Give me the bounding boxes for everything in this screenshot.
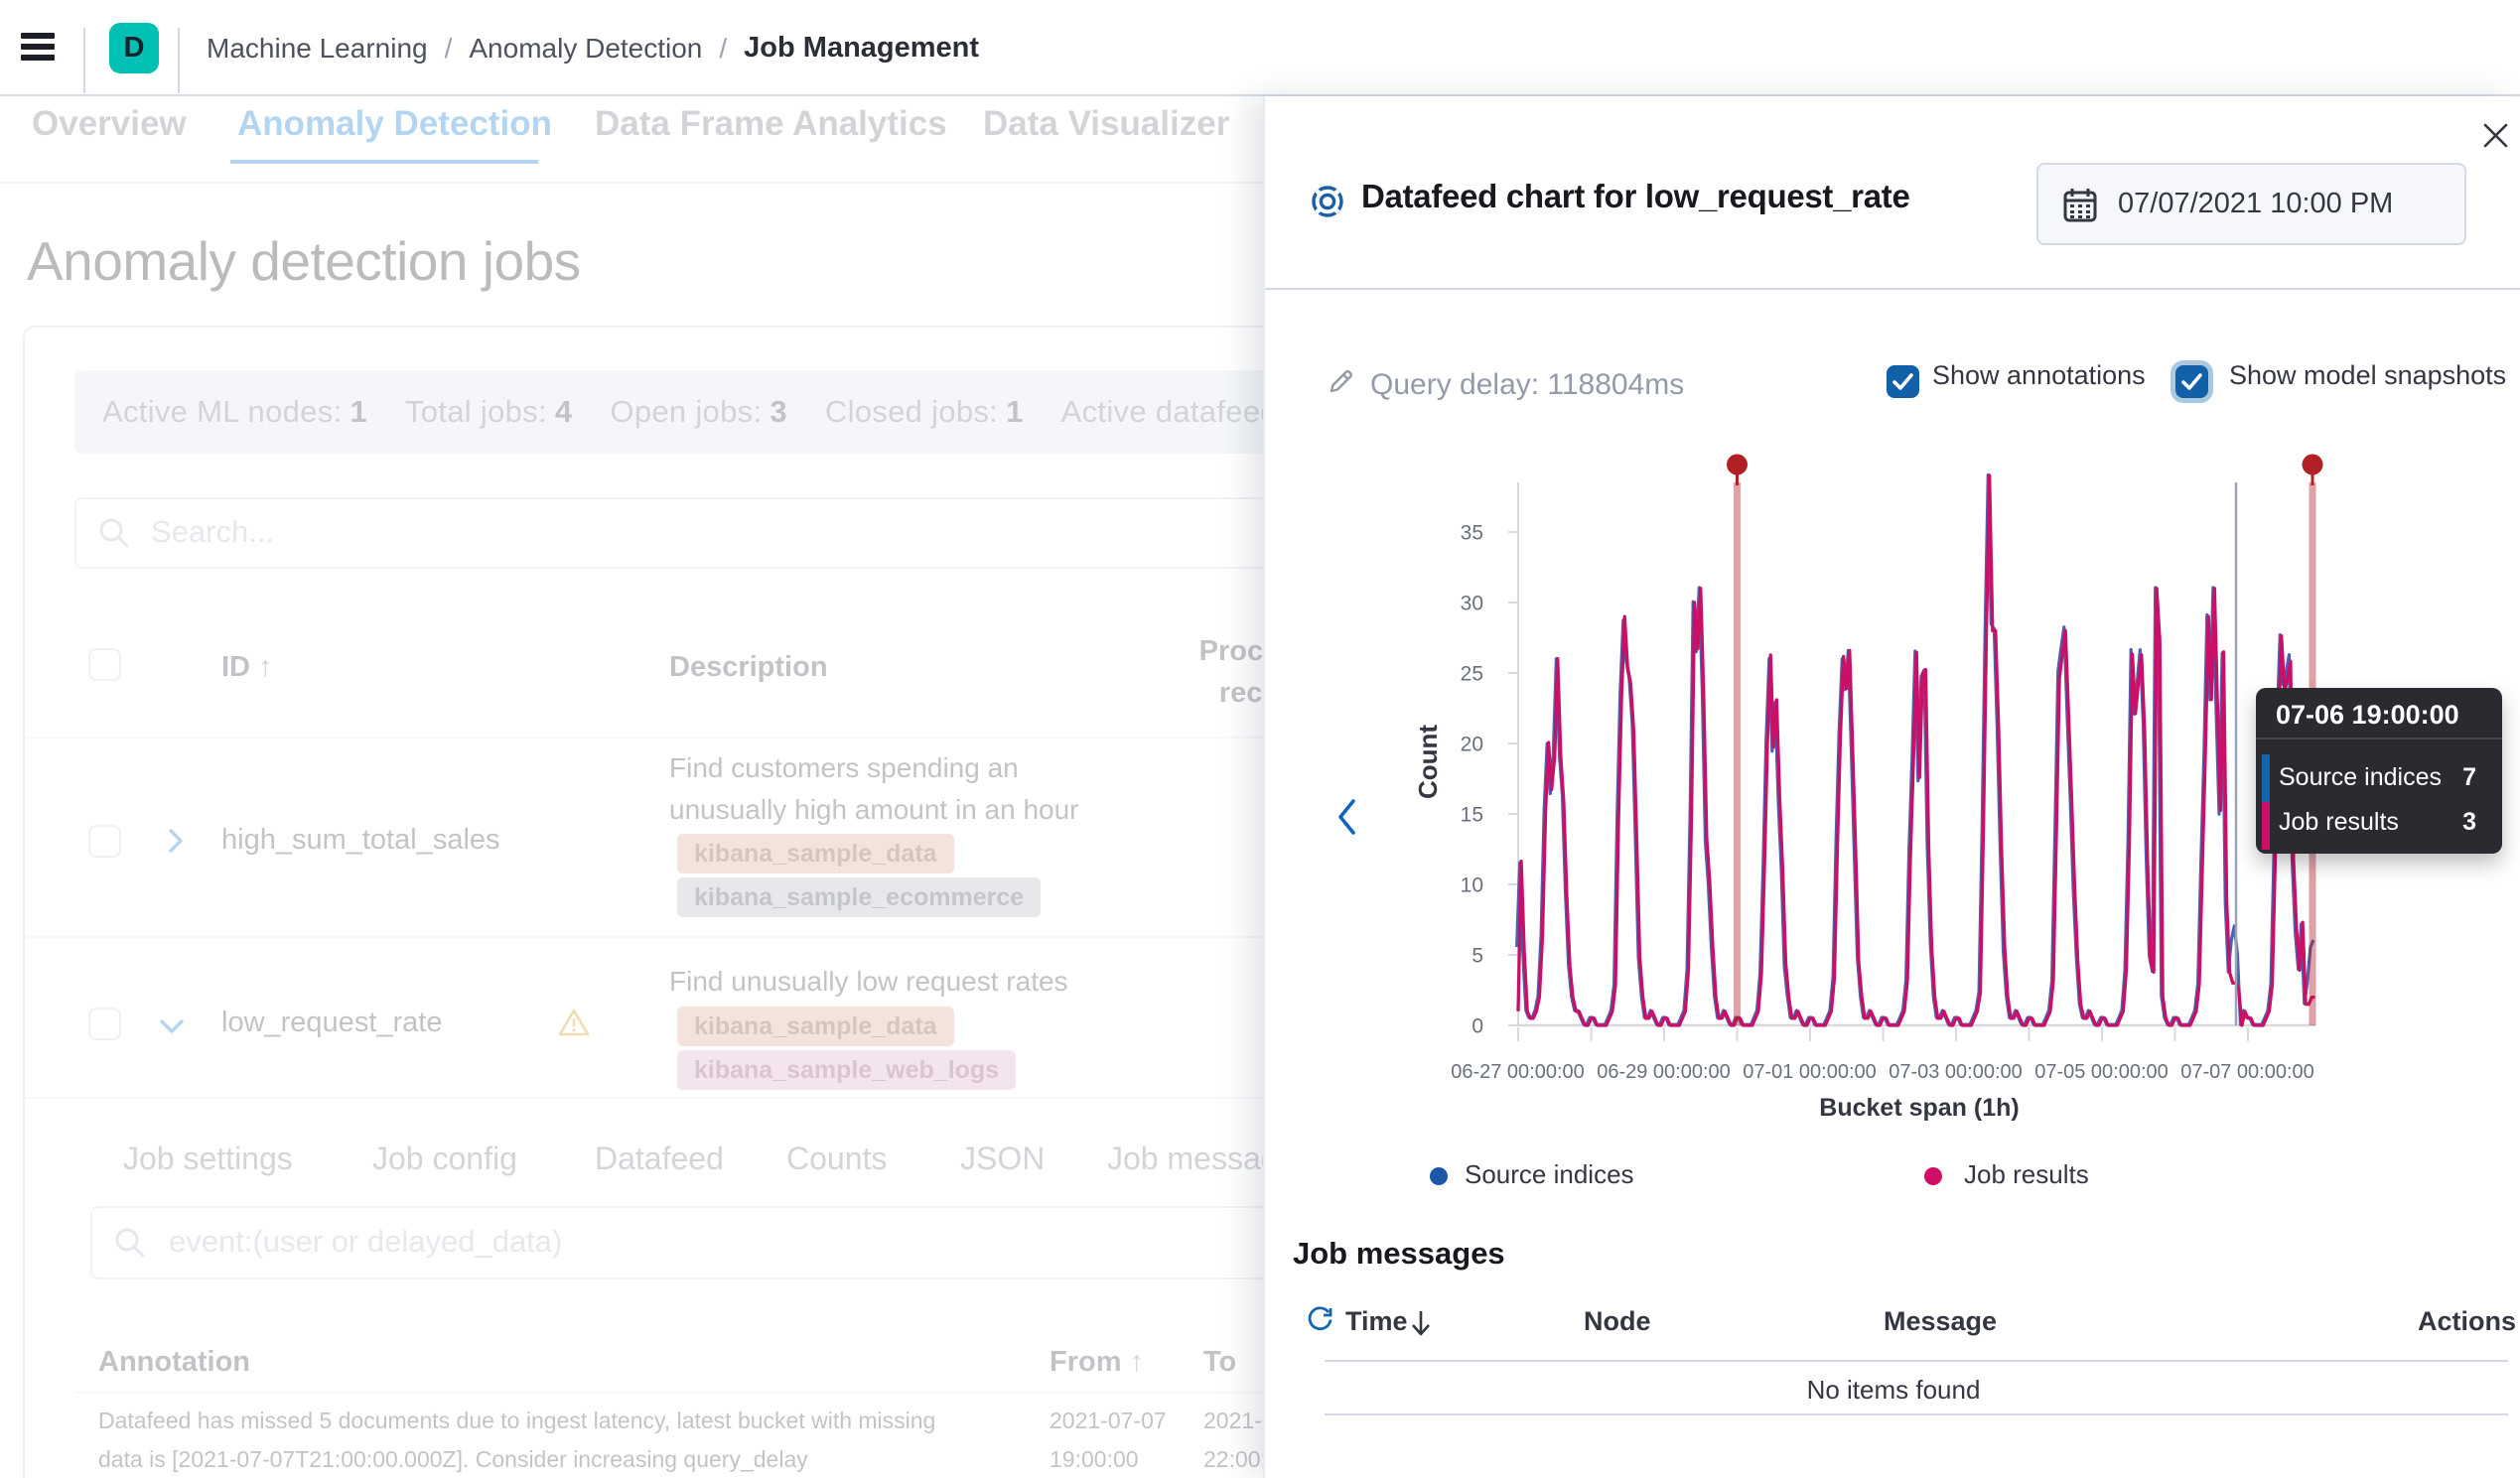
svg-text:5: 5 bbox=[1471, 945, 1483, 968]
svg-text:07-03 00:00:00: 07-03 00:00:00 bbox=[1889, 1061, 2023, 1083]
svg-text:07-07 00:00:00: 07-07 00:00:00 bbox=[2180, 1061, 2314, 1083]
svg-text:10: 10 bbox=[1461, 874, 1483, 897]
svg-text:06-29 00:00:00: 06-29 00:00:00 bbox=[1597, 1061, 1731, 1083]
svg-text:06-27 00:00:00: 06-27 00:00:00 bbox=[1451, 1061, 1585, 1083]
svg-text:0: 0 bbox=[1471, 1015, 1483, 1038]
svg-text:07-01 00:00:00: 07-01 00:00:00 bbox=[1743, 1061, 1877, 1083]
svg-text:07-05 00:00:00: 07-05 00:00:00 bbox=[2034, 1061, 2169, 1083]
svg-text:20: 20 bbox=[1461, 734, 1483, 756]
svg-text:15: 15 bbox=[1461, 804, 1483, 827]
svg-text:25: 25 bbox=[1461, 663, 1483, 686]
svg-text:30: 30 bbox=[1461, 593, 1483, 615]
svg-text:35: 35 bbox=[1461, 522, 1483, 545]
